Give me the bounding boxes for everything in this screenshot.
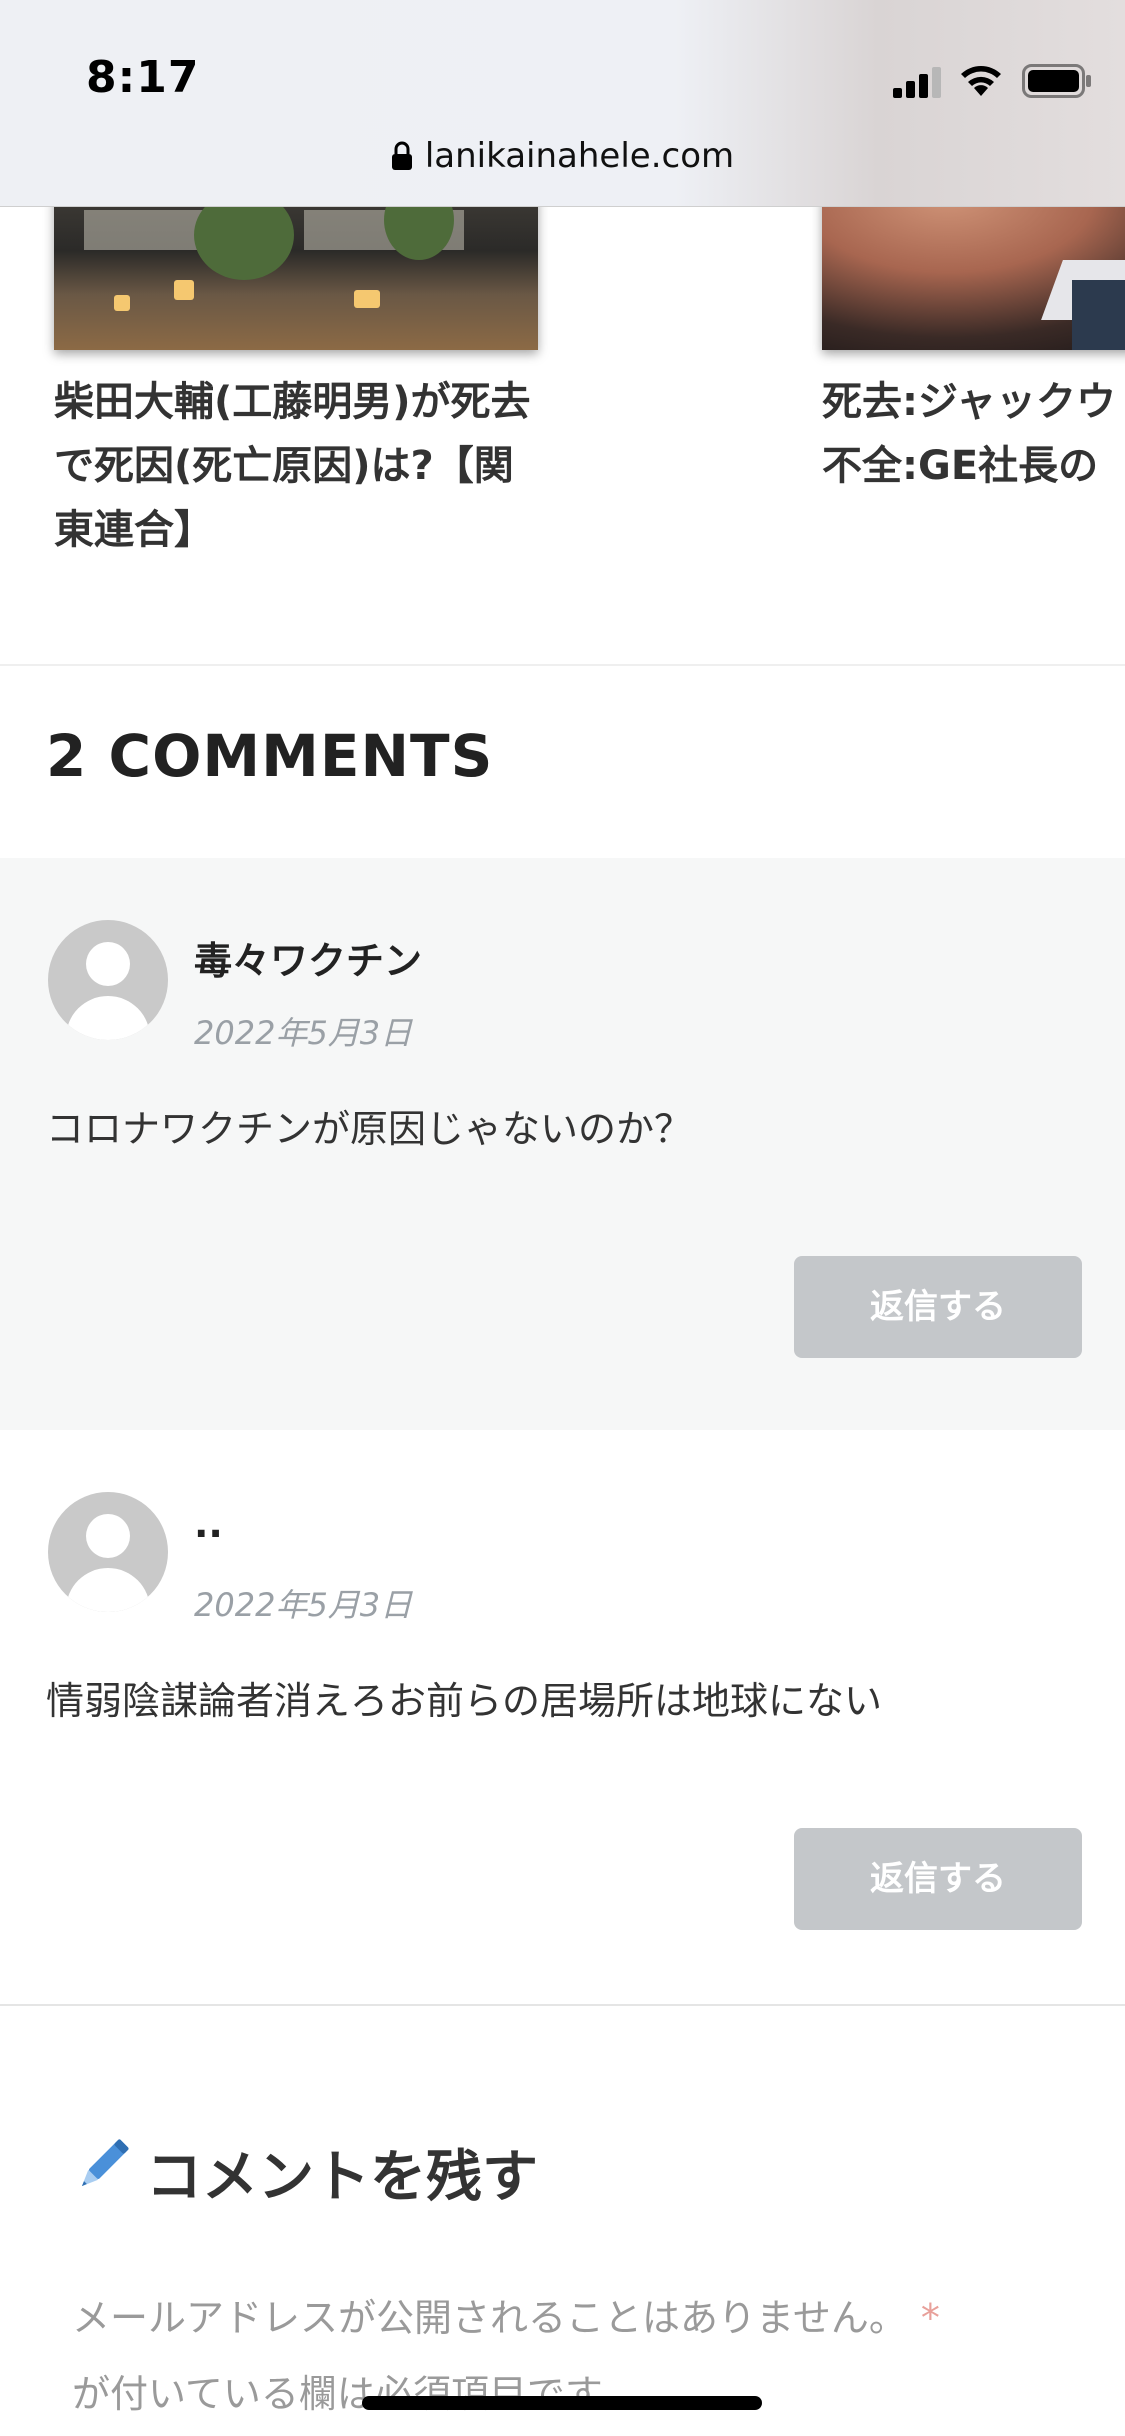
related-post-title[interactable]: 柴田大輔(工藤明男)が死去で死因(死亡原因)は?【関東連合】 [54, 370, 538, 562]
battery-icon [1022, 64, 1091, 98]
comments-heading: 2 COMMENTS [46, 722, 494, 790]
comment-item: 毒々ワクチン 2022年5月3日 コロナワクチンが原因じゃないのか？ 返信する [0, 858, 1125, 1430]
email-note: メールアドレスが公開されることはありません。 [72, 2296, 907, 2340]
comment-text: 情弱陰謀論者消えろお前らの居場所は地球にない [46, 1679, 883, 1723]
pencil-icon [81, 2139, 129, 2187]
divider [0, 2004, 1125, 2006]
leave-comment-title: コメントを残す [146, 2145, 538, 2210]
browser-topbar: 8:17 lanikainahele.com [0, 0, 1125, 207]
related-post-title[interactable]: 死去:ジャックウ 不全:GE社長の [822, 370, 1125, 498]
avatar-icon [48, 1492, 168, 1612]
wifi-icon [961, 66, 1001, 96]
comment-date[interactable]: 2022年5月3日 [194, 1580, 412, 1626]
signal-icon [893, 67, 941, 98]
required-mark: * [920, 2296, 940, 2340]
related-post-title-line: 死去:ジャックウ [822, 379, 1116, 425]
related-post-title-line: 不全:GE社長の [822, 443, 1099, 489]
status-time: 8:17 [86, 52, 200, 103]
home-indicator[interactable] [362, 2396, 762, 2410]
comment-text: コロナワクチンが原因じゃないのか？ [46, 1107, 693, 1151]
comment-date[interactable]: 2022年5月3日 [194, 1008, 412, 1054]
lock-icon [391, 141, 412, 170]
reply-button[interactable]: 返信する [794, 1256, 1082, 1358]
related-posts: 柴田大輔(工藤明男)が死去で死因(死亡原因)は?【関東連合】 死去:ジャックウ … [0, 130, 1125, 670]
url-bar[interactable]: lanikainahele.com [0, 136, 1125, 184]
comment-author: 毒々ワクチン [194, 939, 423, 983]
avatar-icon [48, 920, 168, 1040]
comment-item: .. 2022年5月3日 情弱陰謀論者消えろお前らの居場所は地球にない 返信する [0, 1430, 1125, 2005]
reply-button[interactable]: 返信する [794, 1828, 1082, 1930]
url-text: lanikainahele.com [424, 136, 735, 176]
divider [0, 664, 1125, 666]
comment-author: .. [194, 1502, 223, 1546]
